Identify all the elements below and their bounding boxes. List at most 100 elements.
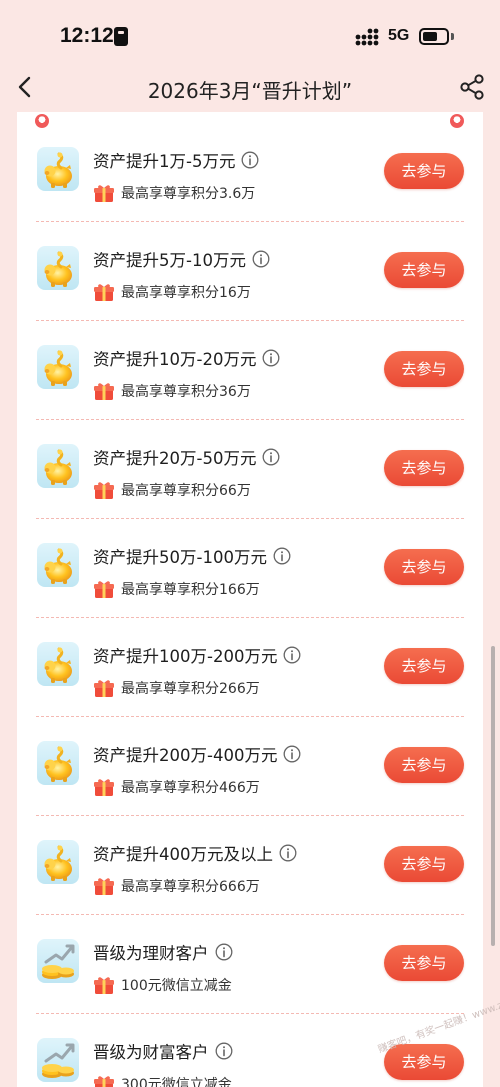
task-row: 资产提升200万-400万元 最高享尊享积分466万 去参与 [36, 717, 464, 816]
status-time: 12:12 [60, 24, 114, 47]
gift-icon [93, 381, 115, 401]
task-reward-text: 最高享尊享积分266万 [121, 681, 260, 697]
task-reward-text: 100元微信立减金 [121, 978, 232, 994]
gift-icon [93, 579, 115, 599]
task-row: 资产提升100万-200万元 最高享尊享积分266万 去参与 [36, 618, 464, 717]
task-row: 晋级为理财客户 100元微信立减金 去参与 [36, 915, 464, 1014]
task-reward-text: 最高享尊享积分166万 [121, 582, 260, 598]
signal-icon [355, 28, 379, 46]
task-reward-text: 最高享尊享积分36万 [121, 384, 251, 400]
join-button[interactable]: 去参与 [384, 153, 464, 189]
join-button[interactable]: 去参与 [384, 747, 464, 783]
join-button[interactable]: 去参与 [384, 351, 464, 387]
task-reward-text: 最高享尊享积分3.6万 [121, 186, 256, 202]
task-title-text: 资产提升20万-50万元 [93, 449, 257, 468]
status-bar: 12:12 5G [0, 0, 500, 66]
gift-icon [93, 1074, 115, 1087]
task-title-text: 资产提升1万-5万元 [93, 152, 236, 171]
task-row: 晋级为财富客户 300元微信立减金 去参与 [36, 1014, 464, 1087]
piggy-bank-icon [36, 146, 80, 192]
gift-icon [93, 480, 115, 500]
task-reward-text: 最高享尊享积分66万 [121, 483, 251, 499]
task-title: 晋级为财富客户 [93, 1039, 233, 1063]
scrollbar[interactable] [491, 646, 495, 946]
share-icon[interactable] [458, 73, 486, 101]
task-row: 资产提升20万-50万元 最高享尊享积分66万 去参与 [36, 420, 464, 519]
info-icon[interactable] [273, 547, 291, 565]
gift-icon [93, 975, 115, 995]
task-row: 资产提升10万-20万元 最高享尊享积分36万 去参与 [36, 321, 464, 420]
coins-growth-icon [36, 1037, 80, 1083]
gift-icon [93, 282, 115, 302]
join-button[interactable]: 去参与 [384, 549, 464, 585]
info-icon[interactable] [215, 943, 233, 961]
back-arrow-icon[interactable] [14, 72, 38, 102]
task-title: 资产提升400万元及以上 [93, 841, 297, 865]
task-title-text: 资产提升5万-10万元 [93, 251, 246, 270]
piggy-bank-icon [36, 740, 80, 786]
task-title-text: 资产提升100万-200万元 [93, 647, 278, 666]
info-icon[interactable] [252, 250, 270, 268]
task-title: 资产提升1万-5万元 [93, 148, 259, 172]
gift-icon [93, 876, 115, 896]
task-reward-text: 300元微信立减金 [121, 1077, 232, 1087]
info-icon[interactable] [262, 448, 280, 466]
task-title: 资产提升100万-200万元 [93, 643, 301, 667]
piggy-bank-icon [36, 245, 80, 291]
task-reward: 最高享尊享积分3.6万 [93, 183, 255, 203]
gift-icon [93, 777, 115, 797]
info-icon[interactable] [283, 745, 301, 763]
task-row: 资产提升5万-10万元 最高享尊享积分16万 去参与 [36, 222, 464, 321]
task-reward: 最高享尊享积分666万 [93, 876, 260, 896]
info-icon[interactable] [215, 1042, 233, 1060]
join-button[interactable]: 去参与 [384, 648, 464, 684]
task-title-text: 资产提升200万-400万元 [93, 746, 278, 765]
task-title: 资产提升200万-400万元 [93, 742, 301, 766]
piggy-bank-icon [36, 542, 80, 588]
task-reward: 最高享尊享积分16万 [93, 282, 251, 302]
task-reward: 最高享尊享积分266万 [93, 678, 260, 698]
info-icon[interactable] [279, 844, 297, 862]
id-card-icon [114, 27, 128, 46]
task-title-text: 晋级为财富客户 [93, 1043, 209, 1062]
task-title-text: 晋级为理财客户 [93, 944, 209, 963]
task-reward: 最高享尊享积分466万 [93, 777, 260, 797]
info-icon[interactable] [262, 349, 280, 367]
join-button[interactable]: 去参与 [384, 450, 464, 486]
task-title: 资产提升20万-50万元 [93, 445, 280, 469]
task-title-text: 资产提升50万-100万元 [93, 548, 267, 567]
join-button[interactable]: 去参与 [384, 252, 464, 288]
task-title: 资产提升5万-10万元 [93, 247, 270, 271]
page-title: 2026年3月“晋升计划” [147, 79, 353, 103]
info-icon[interactable] [241, 151, 259, 169]
battery-icon [419, 28, 449, 45]
task-title-text: 资产提升400万元及以上 [93, 845, 273, 864]
task-title: 资产提升50万-100万元 [93, 544, 291, 568]
task-title: 晋级为理财客户 [93, 940, 233, 964]
gift-icon [93, 183, 115, 203]
task-reward: 最高享尊享积分166万 [93, 579, 260, 599]
nav-bar: 2026年3月“晋升计划” [0, 66, 500, 110]
join-button[interactable]: 去参与 [384, 846, 464, 882]
task-row: 资产提升400万元及以上 最高享尊享积分666万 去参与 [36, 816, 464, 915]
task-title: 资产提升10万-20万元 [93, 346, 280, 370]
network-type: 5G [388, 27, 410, 44]
task-row: 资产提升1万-5万元 最高享尊享积分3.6万 去参与 [36, 123, 464, 222]
task-reward-text: 最高享尊享积分16万 [121, 285, 251, 301]
battery-tip [451, 33, 454, 40]
join-button[interactable]: 去参与 [384, 945, 464, 981]
task-title-text: 资产提升10万-20万元 [93, 350, 257, 369]
gift-icon [93, 678, 115, 698]
task-reward-text: 最高享尊享积分666万 [121, 879, 260, 895]
task-reward-text: 最高享尊享积分466万 [121, 780, 260, 796]
task-reward: 300元微信立减金 [93, 1074, 232, 1087]
piggy-bank-icon [36, 344, 80, 390]
piggy-bank-icon [36, 641, 80, 687]
piggy-bank-icon [36, 443, 80, 489]
coins-growth-icon [36, 938, 80, 984]
task-row: 资产提升50万-100万元 最高享尊享积分166万 去参与 [36, 519, 464, 618]
piggy-bank-icon [36, 839, 80, 885]
task-reward: 100元微信立减金 [93, 975, 232, 995]
task-reward: 最高享尊享积分66万 [93, 480, 251, 500]
info-icon[interactable] [283, 646, 301, 664]
